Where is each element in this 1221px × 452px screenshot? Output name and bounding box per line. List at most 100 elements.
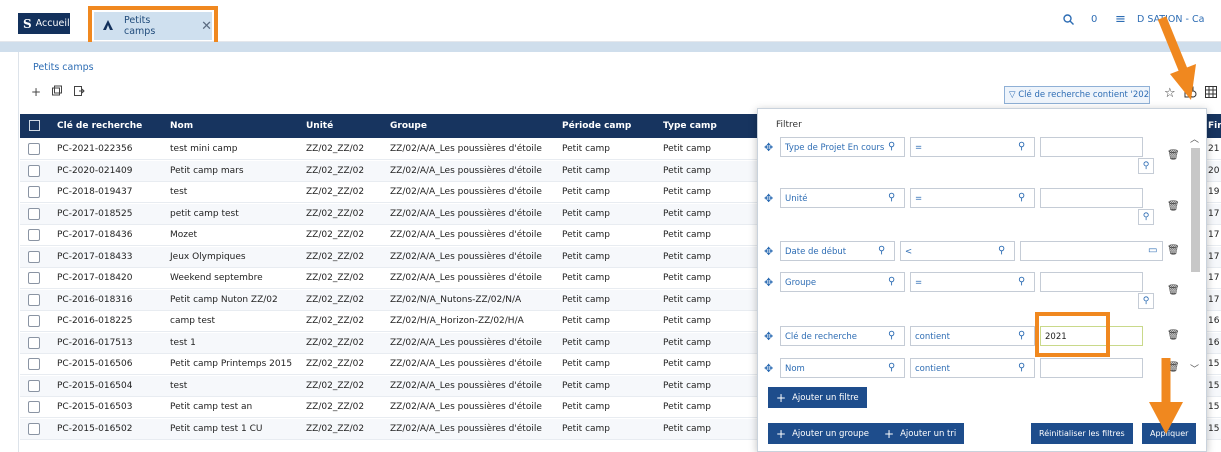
row-checkbox[interactable] [28,401,40,413]
magnifier-icon[interactable]: ⚲ [1138,158,1154,174]
filter-operator-select[interactable]: contient [910,358,1035,378]
table-cell: Petit camp [562,316,611,326]
filter-value-input[interactable] [1040,272,1143,292]
table-cell: 17 [1208,208,1220,219]
magnifier-icon[interactable]: ⚲ [888,276,895,287]
magnifier-icon[interactable]: ⚲ [1018,362,1025,373]
magnifier-icon[interactable]: ⚲ [888,141,895,152]
table-cell: Petit camp [663,359,712,369]
row-checkbox[interactable] [28,250,40,263]
filter-field-select[interactable]: Clé de recherche [780,326,905,346]
table-cell: 15 [1208,423,1220,434]
filter-operator-select[interactable]: contient [910,326,1035,346]
header-periode[interactable]: Période camp [562,121,631,131]
drag-handle-icon[interactable]: ✥ [764,141,773,154]
tab-petits-camps[interactable]: Petits camps ✕ [94,12,212,40]
header-fin[interactable]: Fin [1208,121,1221,131]
select-all-checkbox[interactable] [29,120,40,131]
row-checkbox[interactable] [28,143,40,155]
drag-handle-icon[interactable]: ✥ [764,245,773,258]
magnifier-icon[interactable]: ⚲ [1018,192,1025,203]
table-cell: ZZ/02_ZZ/02 [306,251,365,262]
row-checkbox[interactable] [28,229,40,241]
table-cell: PC-2017-018433 [57,251,133,262]
chevron-up-icon[interactable]: ︿ [1190,132,1199,145]
magnifier-icon[interactable]: ⚲ [888,330,895,341]
trash-icon[interactable]: 🗑 [1167,201,1180,212]
filter-field-select[interactable]: Nom [780,358,905,378]
trash-icon[interactable]: 🗑 [1167,285,1180,296]
row-checkbox[interactable] [28,379,40,392]
table-cell: 20 [1208,165,1220,176]
magnifier-icon[interactable]: ⚲ [1018,276,1025,287]
close-icon[interactable]: ✕ [201,19,212,34]
add-filter-button[interactable]: + Ajouter un filtre [768,387,867,408]
export-icon[interactable] [73,85,85,100]
row-checkbox[interactable] [28,164,40,177]
app-logo: S [23,16,32,31]
hamburger-icon[interactable]: ≡ [1115,12,1126,27]
magnifier-icon[interactable]: ⚲ [1018,330,1025,341]
trash-icon[interactable]: 🗑 [1167,245,1180,256]
drag-handle-icon[interactable]: ✥ [764,192,773,205]
table-cell: Petit camp [562,359,611,369]
magnifier-icon[interactable]: ⚲ [1018,141,1025,152]
row-checkbox[interactable] [28,336,40,349]
add-icon[interactable]: + [31,85,41,100]
table-cell: Petit camp [663,337,712,348]
row-checkbox[interactable] [28,315,40,327]
row-checkbox[interactable] [28,358,40,370]
filter-field-select[interactable]: Unité [780,188,905,208]
filter-operator-select[interactable]: = [910,188,1035,208]
notification-count[interactable]: 0 [1091,14,1097,25]
search-icon[interactable] [1063,14,1074,28]
header-unite[interactable]: Unité [306,121,333,131]
filter-value-input[interactable] [1040,137,1143,157]
filter-field-select[interactable]: Groupe [780,272,905,292]
home-label: Accueil [35,18,70,29]
calendar-icon[interactable]: ▭ [1148,245,1157,256]
drag-handle-icon[interactable]: ✥ [764,276,773,289]
magnifier-icon[interactable]: ⚲ [1138,293,1154,309]
magnifier-icon[interactable]: ⚲ [888,192,895,203]
copy-icon[interactable] [51,85,63,100]
filter-operator-select[interactable]: = [910,272,1035,292]
magnifier-icon[interactable]: ⚲ [878,245,885,256]
active-filter-chip[interactable]: ▽ Clé de recherche contient '2022' [1004,86,1150,104]
chevron-down-icon[interactable]: ﹀ [1190,362,1199,375]
reset-filters-button[interactable]: Réinitialiser les filtres [1031,423,1133,444]
header-groupe[interactable]: Groupe [390,121,427,131]
trash-icon[interactable]: 🗑 [1167,150,1180,161]
row-checkbox[interactable] [28,272,40,284]
filter-value-input[interactable] [1020,241,1163,261]
grid-icon[interactable] [1205,86,1217,101]
filter-value-input[interactable] [1040,358,1143,378]
add-group-button[interactable]: + Ajouter un groupe [768,423,877,444]
page-title: Petits camps [33,62,94,73]
header-nom[interactable]: Nom [170,121,193,131]
magnifier-icon[interactable]: ⚲ [998,245,1005,256]
filter-field-select[interactable]: Type de Projet En cours [780,137,905,157]
row-checkbox[interactable] [28,207,40,220]
scrollbar-thumb[interactable] [1191,148,1200,272]
table-cell: PC-2017-018420 [57,273,133,283]
drag-handle-icon[interactable]: ✥ [764,330,773,343]
row-checkbox[interactable] [28,293,40,306]
add-sort-button[interactable]: + Ajouter un tri [876,423,965,444]
drag-handle-icon[interactable]: ✥ [764,362,773,375]
magnifier-icon[interactable]: ⚲ [1138,209,1154,225]
row-checkbox[interactable] [28,186,40,198]
magnifier-icon[interactable]: ⚲ [888,362,895,373]
table-cell: Petit camp [663,144,712,154]
row-checkbox[interactable] [28,422,40,435]
header-type[interactable]: Type camp [663,121,717,131]
table-cell: ZZ/02_ZZ/02 [306,402,365,412]
table-cell: ZZ/02/N/A_Nutons-ZZ/02/N/A [390,294,522,305]
filter-operator-select[interactable]: = [910,137,1035,157]
table-cell: PC-2018-019437 [57,187,133,197]
trash-icon[interactable]: 🗑 [1167,330,1180,341]
home-button[interactable]: S Accueil [18,13,70,34]
header-cle[interactable]: Clé de recherche [57,121,142,131]
table-cell: Petit camp [562,380,611,391]
filter-value-input[interactable] [1040,188,1143,208]
